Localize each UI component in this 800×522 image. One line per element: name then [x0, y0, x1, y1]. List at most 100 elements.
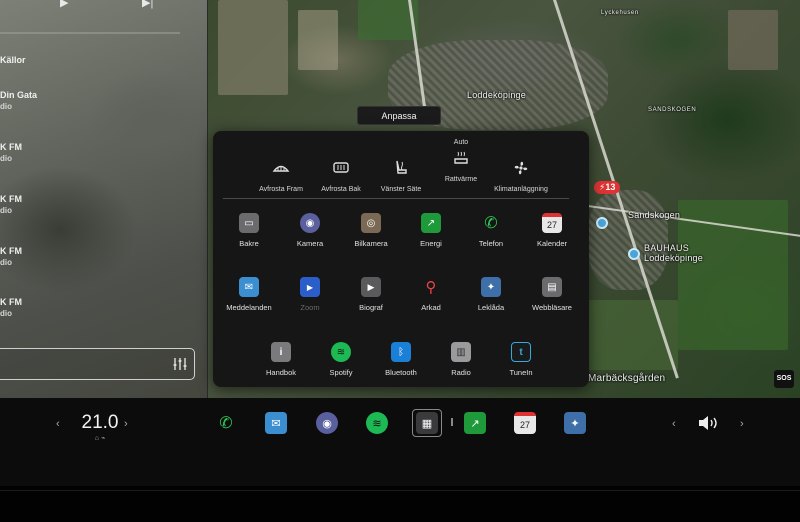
rear-display-icon: ▭: [239, 213, 259, 233]
screen-bezel: [0, 486, 800, 522]
map-field: [678, 200, 788, 350]
app-label: Radio: [451, 368, 471, 377]
equalizer-icon[interactable]: [172, 356, 188, 372]
apps-launcher-icon[interactable]: ▦: [416, 412, 438, 434]
map-label: Marbäcksgården: [588, 373, 666, 384]
app-spotify[interactable]: ≋ Spotify: [310, 342, 372, 377]
media-playback-controls: ▶ ▶|: [60, 0, 160, 9]
launcher-divider: [223, 198, 569, 199]
app-label: Kalender: [536, 239, 568, 248]
media-item-title: K FM: [0, 194, 22, 204]
app-label: Bakre: [239, 239, 259, 248]
app-radio[interactable]: ▥ Radio: [430, 342, 492, 377]
app-label: Arkad: [421, 303, 441, 312]
map-field: [728, 10, 778, 70]
quick-control-status: Auto: [453, 139, 469, 146]
rear-defrost-icon: [333, 162, 349, 173]
tunein-icon: t: [511, 342, 531, 362]
app-energy[interactable]: ↗ Energi: [400, 213, 462, 248]
app-zoom[interactable]: ▶ Zoom: [279, 277, 341, 312]
spotify-icon[interactable]: ≋: [366, 412, 388, 434]
app-arcade[interactable]: ⚲ Arkad: [400, 277, 462, 312]
cabin-temperature[interactable]: 21.0: [70, 412, 130, 434]
sos-button[interactable]: SOS: [774, 370, 794, 388]
map-poi-icon[interactable]: [596, 217, 608, 229]
phone-icon: ✆: [484, 215, 498, 232]
app-dashcam[interactable]: ◎ Bilkamera: [340, 213, 402, 248]
map-poi-icon[interactable]: [628, 248, 640, 260]
app-camera[interactable]: ◉ Kamera: [279, 213, 341, 248]
app-messages[interactable]: ✉ Meddelanden: [218, 277, 280, 312]
app-calendar[interactable]: 27 Kalender: [521, 213, 583, 248]
app-rear-display[interactable]: ▭ Bakre: [218, 213, 280, 248]
media-progress-bar: [0, 32, 180, 34]
map-field: [218, 0, 288, 95]
play-icon[interactable]: ▶: [60, 0, 68, 9]
app-label: Webbläsare: [532, 303, 572, 312]
app-label: Energi: [420, 239, 442, 248]
media-panel: ▶ ▶| Källor Din Gata dio K FM dio K FM d…: [0, 0, 208, 398]
dashcam-icon: ◎: [361, 213, 381, 233]
media-item-subtitle: dio: [0, 309, 12, 318]
volume-decrease-button[interactable]: ‹: [672, 418, 676, 430]
media-item-title: K FM: [0, 297, 22, 307]
quick-control-label: Vänster Säte: [380, 186, 422, 193]
media-item-title: Källor: [0, 55, 26, 65]
map-label: BAUHAUS: [644, 243, 689, 253]
toybox-icon[interactable]: ✦: [564, 412, 586, 434]
media-list-item[interactable]: Din Gata dio: [0, 89, 37, 113]
volume-increase-button[interactable]: ›: [740, 418, 744, 430]
app-toybox[interactable]: ✦ Leklåda: [460, 277, 522, 312]
front-defrost-icon: [272, 165, 290, 172]
media-list-item[interactable]: K FM dio: [0, 245, 22, 269]
energy-icon[interactable]: ↗: [464, 412, 486, 434]
temp-increase-button[interactable]: ›: [124, 418, 128, 430]
radio-icon: ▥: [451, 342, 471, 362]
manual-icon: i: [271, 342, 291, 362]
app-browser[interactable]: ▤ Webbläsare: [521, 277, 583, 312]
media-search-bar[interactable]: [0, 348, 195, 380]
next-track-icon[interactable]: ▶|: [142, 0, 153, 9]
media-item-title: K FM: [0, 246, 22, 256]
app-tunein[interactable]: t TuneIn: [490, 342, 552, 377]
media-item-title: K FM: [0, 142, 22, 152]
temp-decrease-button[interactable]: ‹: [56, 418, 60, 430]
customize-button[interactable]: Anpassa: [357, 106, 441, 125]
app-theater[interactable]: ▶ Biograf: [340, 277, 402, 312]
calendar-icon[interactable]: 27: [514, 412, 536, 434]
quick-control-label: Klimatanläggning: [494, 186, 548, 193]
camera-icon[interactable]: ◉: [316, 412, 338, 434]
bottom-dock: ‹ 21.0 ⌂ ⌁ › ✆ ✉ ◉ ≋ ▦ ↗ 27 ✦ ‹ ›: [0, 398, 800, 486]
messages-icon[interactable]: ✉: [265, 412, 287, 434]
app-phone[interactable]: ✆ Telefon: [460, 213, 522, 248]
route-sign: ⚡13: [594, 181, 621, 194]
climate-control-button[interactable]: Klimatanläggning: [486, 149, 556, 193]
volume-icon[interactable]: [697, 414, 719, 432]
phone-icon[interactable]: ✆: [215, 412, 237, 434]
app-bluetooth[interactable]: ᛒ Bluetooth: [370, 342, 432, 377]
app-label: Meddelanden: [226, 303, 272, 312]
map-label: Sandskogen: [628, 210, 681, 220]
media-list-item[interactable]: K FM dio: [0, 141, 22, 165]
app-label: Leklåda: [477, 303, 505, 312]
arcade-joystick-icon: ⚲: [425, 279, 437, 296]
app-label: Zoom: [300, 303, 320, 312]
fan-icon: [514, 161, 528, 175]
media-sources-item[interactable]: Källor: [0, 54, 26, 66]
map-field: [298, 10, 338, 70]
app-label: Handbok: [265, 368, 297, 377]
energy-icon: ↗: [421, 213, 441, 233]
quick-control-status: [486, 149, 556, 157]
media-item-subtitle: dio: [0, 206, 12, 215]
media-item-subtitle: dio: [0, 258, 12, 267]
media-item-subtitle: dio: [0, 102, 12, 111]
theater-icon: ▶: [361, 277, 381, 297]
app-label: Bluetooth: [385, 368, 417, 377]
camera-icon: ◉: [300, 213, 320, 233]
map-label: Loddeköpinge: [644, 253, 703, 263]
app-manual[interactable]: i Handbok: [250, 342, 312, 377]
media-list-item[interactable]: K FM dio: [0, 193, 22, 217]
app-label: Telefon: [478, 239, 504, 248]
media-list-item[interactable]: K FM dio: [0, 296, 22, 320]
bluetooth-icon: ᛒ: [391, 342, 411, 362]
